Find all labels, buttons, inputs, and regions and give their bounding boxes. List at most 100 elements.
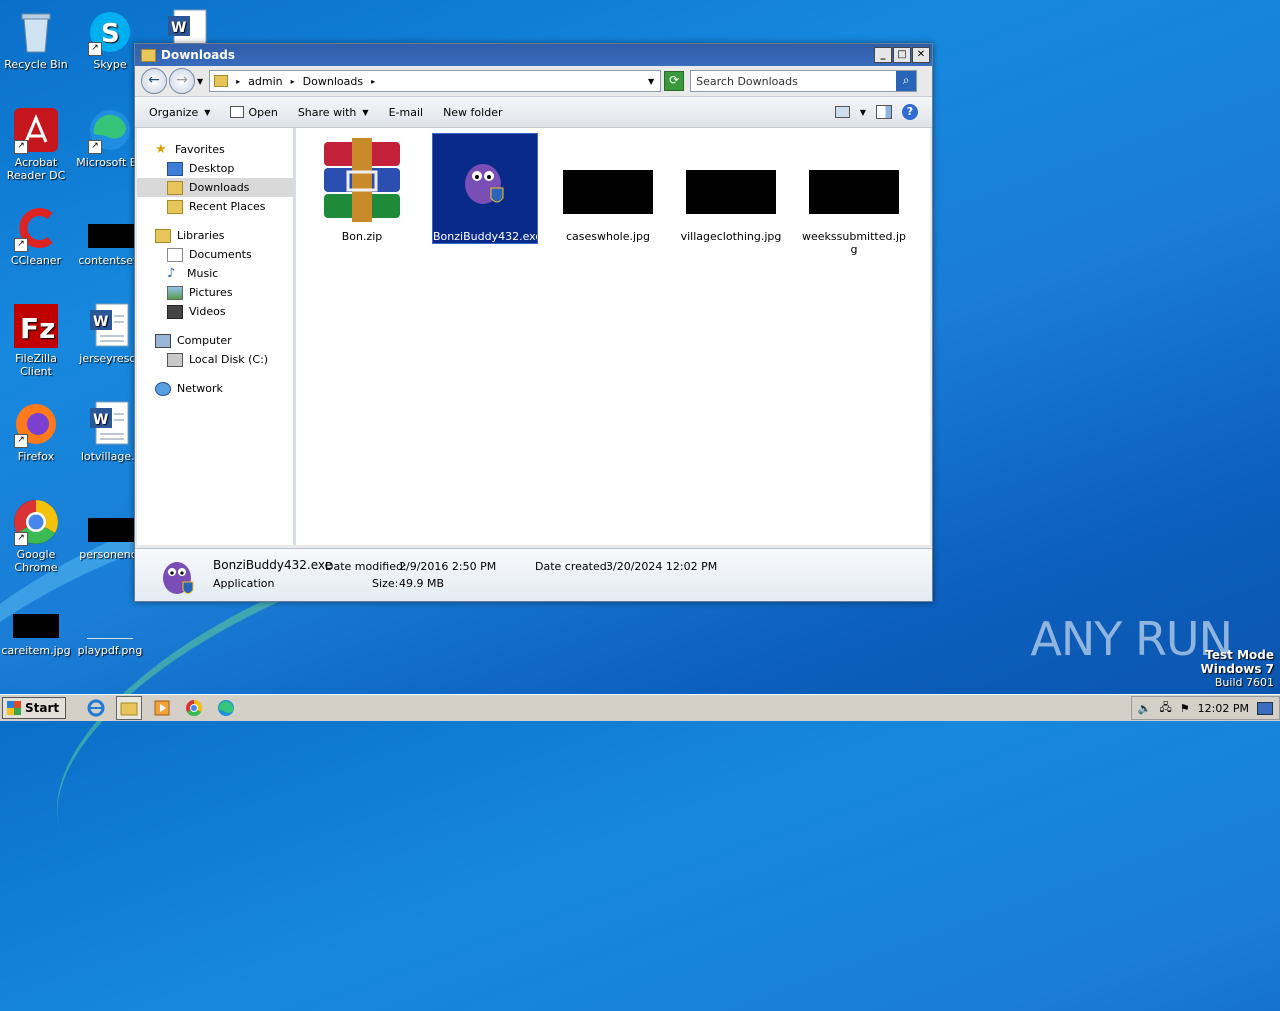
nav-favorites[interactable]: ★ Favorites bbox=[137, 140, 293, 159]
history-dropdown-icon[interactable]: ▼ bbox=[197, 77, 203, 86]
edge-icon: ↗ bbox=[86, 106, 134, 154]
desktop-icon-filezilla[interactable]: Fz FileZilla Client bbox=[0, 302, 74, 378]
documents-icon bbox=[167, 247, 183, 262]
open-button[interactable]: Open bbox=[230, 106, 278, 119]
file-name: Bon.zip bbox=[341, 230, 383, 243]
nav-videos[interactable]: Videos bbox=[137, 302, 293, 321]
nav-label: Videos bbox=[189, 305, 226, 318]
taskbar-explorer-icon[interactable] bbox=[116, 696, 143, 720]
back-button[interactable]: ← bbox=[141, 68, 167, 94]
black-image-icon bbox=[86, 498, 134, 546]
nav-network[interactable]: Network bbox=[137, 379, 293, 398]
file-item-weekssubmitted-jpg[interactable]: weekssubmitted.jpg bbox=[802, 134, 906, 256]
shortcut-arrow-icon: ↗ bbox=[88, 140, 102, 154]
nav-music[interactable]: ♪ Music bbox=[137, 264, 293, 283]
videos-icon bbox=[167, 304, 183, 319]
details-size-value: 49.9 MB bbox=[399, 577, 445, 590]
nav-label: Documents bbox=[189, 248, 252, 261]
explorer-window[interactable]: Downloads _ □ ✕ ← → ▼ ▸ admin ▸ Download… bbox=[134, 43, 933, 602]
nav-label: Pictures bbox=[189, 286, 233, 299]
file-item-caseswhole-jpg[interactable]: caseswhole.jpg bbox=[556, 134, 660, 243]
taskbar-edge-icon[interactable] bbox=[214, 697, 238, 719]
nav-pictures[interactable]: Pictures bbox=[137, 283, 293, 302]
action-center-flag-icon[interactable]: ⚑ bbox=[1180, 702, 1190, 715]
taskbar-media-player-icon[interactable] bbox=[150, 697, 174, 719]
search-input[interactable]: Search Downloads ⌕ bbox=[690, 70, 918, 92]
computer-icon bbox=[155, 333, 171, 348]
details-size-label: Size: bbox=[372, 577, 399, 590]
start-button[interactable]: Start bbox=[2, 697, 67, 719]
organize-button[interactable]: Organize ▼ bbox=[149, 106, 210, 119]
desktop-icon-acrobat[interactable]: ↗ Acrobat Reader DC bbox=[0, 106, 74, 182]
desktop-icon-label: playpdf.png bbox=[77, 644, 143, 657]
nav-label: Music bbox=[187, 267, 219, 280]
desktop-icon-careitem[interactable]: careitem.jpg bbox=[0, 612, 74, 657]
refresh-button[interactable]: ⟳ bbox=[664, 71, 685, 91]
file-item-villageclothing-jpg[interactable]: villageclothing.jpg bbox=[679, 134, 783, 243]
title-bar[interactable]: Downloads _ □ ✕ bbox=[135, 44, 932, 66]
desktop-icon-playpdf[interactable]: playpdf.png bbox=[72, 612, 148, 657]
close-button[interactable]: ✕ bbox=[912, 47, 930, 63]
file-item-bon-zip[interactable]: Bon.zip bbox=[310, 134, 414, 243]
address-bar[interactable]: ▸ admin ▸ Downloads ▸ ▼ bbox=[209, 70, 662, 92]
view-options-icon[interactable] bbox=[834, 106, 850, 118]
nav-documents[interactable]: Documents bbox=[137, 245, 293, 264]
breadcrumb-downloads[interactable]: Downloads bbox=[303, 75, 363, 88]
chevron-right-icon[interactable]: ▸ bbox=[371, 77, 375, 86]
taskbar-ie-icon[interactable] bbox=[84, 697, 108, 719]
show-desktop-icon[interactable] bbox=[1257, 701, 1273, 715]
email-button[interactable]: E-mail bbox=[389, 106, 424, 119]
desktop-icon-chrome[interactable]: ↗ Google Chrome bbox=[0, 498, 74, 574]
desktop-icon-label: Acrobat Reader DC bbox=[6, 156, 66, 182]
build-text: Build 7601 bbox=[1214, 676, 1274, 689]
details-created-label: Date created: bbox=[535, 560, 611, 573]
desktop-icon-label: Google Chrome bbox=[14, 548, 58, 574]
black-image-icon bbox=[86, 204, 134, 252]
shortcut-arrow-icon: ↗ bbox=[14, 532, 28, 546]
desktop-icon-label: Firefox bbox=[17, 450, 55, 463]
file-name: weekssubmitted.jpg bbox=[802, 230, 907, 256]
desktop-icon-recycle-bin[interactable]: Recycle Bin bbox=[0, 8, 74, 71]
preview-pane-icon[interactable] bbox=[876, 105, 892, 119]
new-folder-button[interactable]: New folder bbox=[443, 106, 502, 119]
desktop-icon-firefox[interactable]: ↗ Firefox bbox=[0, 400, 74, 463]
maximize-button[interactable]: □ bbox=[893, 47, 911, 63]
chevron-down-icon: ▼ bbox=[204, 107, 211, 117]
network-tray-icon[interactable]: 🖧 bbox=[1160, 699, 1172, 718]
chevron-right-icon[interactable]: ▸ bbox=[236, 77, 240, 86]
taskbar: Start 🔈 🖧 ⚑ 12:02 PM bbox=[0, 694, 1280, 721]
details-filename: BonziBuddy432.exe bbox=[213, 558, 332, 572]
forward-button[interactable]: → bbox=[169, 68, 195, 94]
address-dropdown-icon[interactable]: ▼ bbox=[648, 77, 654, 86]
nav-libraries[interactable]: Libraries bbox=[137, 226, 293, 245]
open-icon bbox=[230, 106, 245, 118]
ccleaner-icon: ↗ bbox=[12, 204, 60, 252]
shortcut-arrow-icon: ↗ bbox=[14, 140, 28, 154]
search-icon[interactable]: ⌕ bbox=[896, 71, 917, 91]
desktop-icon-label: Recycle Bin bbox=[4, 58, 68, 71]
nav-desktop[interactable]: Desktop bbox=[137, 159, 293, 178]
file-view[interactable]: Bon.zip BonziBuddy432.exe caseswhole.jpg… bbox=[296, 128, 930, 545]
chevron-right-icon[interactable]: ▸ bbox=[291, 77, 295, 86]
nav-downloads[interactable]: Downloads bbox=[137, 178, 293, 197]
folder-icon bbox=[214, 75, 229, 87]
organize-label: Organize bbox=[149, 105, 199, 119]
downloads-folder-icon bbox=[167, 180, 183, 195]
nav-computer[interactable]: Computer bbox=[137, 331, 293, 350]
nav-recent-places[interactable]: Recent Places bbox=[137, 197, 293, 216]
skype-icon: S ↗ bbox=[86, 8, 134, 56]
nav-label: Desktop bbox=[189, 162, 235, 175]
breadcrumb-admin[interactable]: admin bbox=[248, 75, 282, 88]
help-icon[interactable]: ? bbox=[902, 104, 918, 120]
clock[interactable]: 12:02 PM bbox=[1198, 702, 1249, 715]
volume-icon[interactable]: 🔈 bbox=[1138, 702, 1152, 715]
minimize-button[interactable]: _ bbox=[874, 47, 892, 63]
chevron-down-icon[interactable]: ▼ bbox=[860, 108, 866, 117]
share-with-button[interactable]: Share with ▼ bbox=[298, 106, 369, 119]
music-icon: ♪ bbox=[167, 265, 176, 281]
taskbar-chrome-icon[interactable] bbox=[182, 697, 206, 719]
nav-local-disk[interactable]: Local Disk (C:) bbox=[137, 350, 293, 369]
desktop-icon-ccleaner[interactable]: ↗ CCleaner bbox=[0, 204, 74, 267]
filezilla-icon: Fz bbox=[12, 302, 60, 350]
file-item-bonzibuddy-exe[interactable]: BonziBuddy432.exe bbox=[432, 133, 542, 244]
